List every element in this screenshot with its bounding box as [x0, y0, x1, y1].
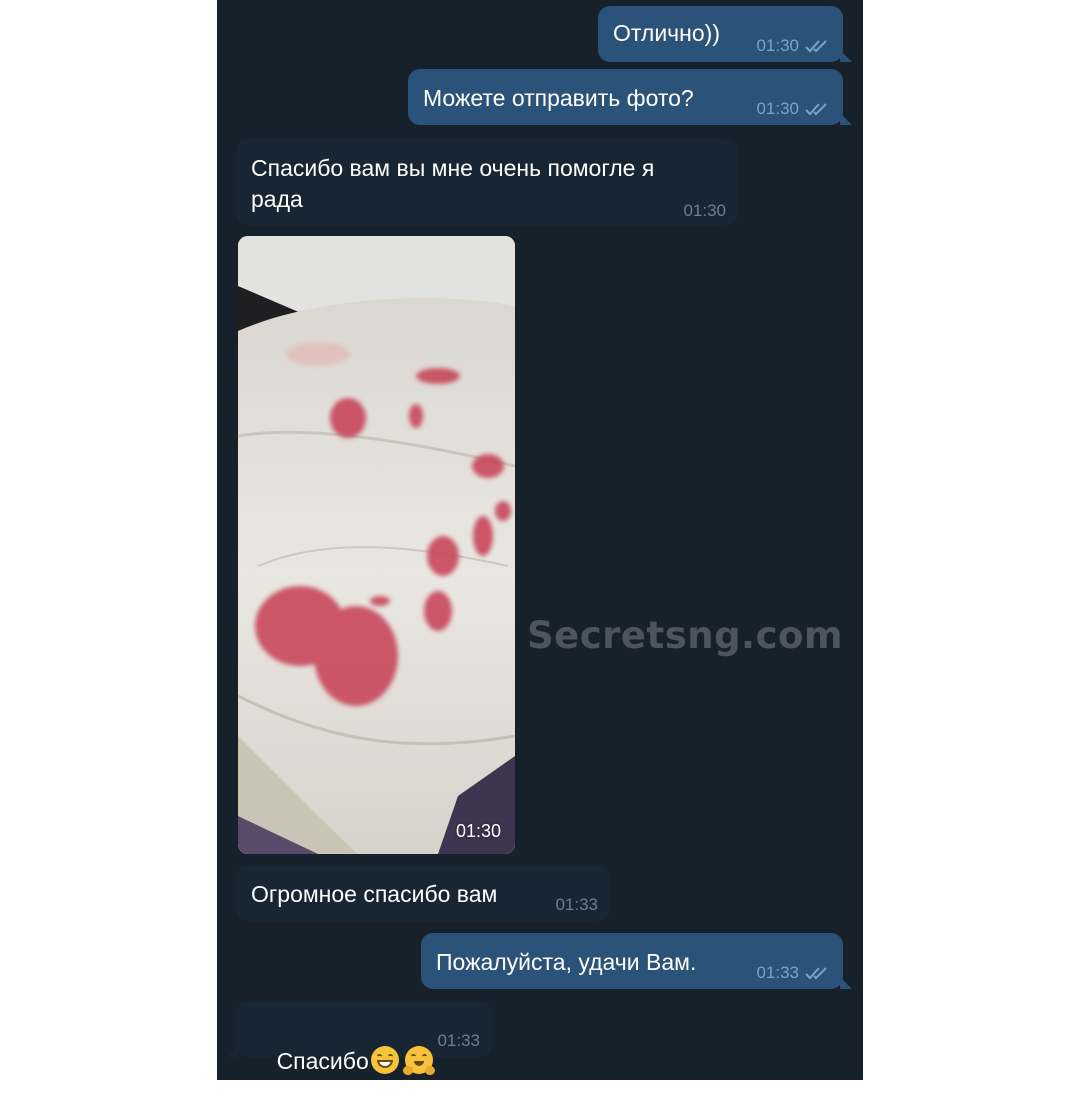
- message-text: Пожалуйста, удачи Вам.: [436, 949, 697, 975]
- message-text: Отлично)): [613, 20, 720, 46]
- photo-image: [238, 236, 515, 854]
- message-meta: 01:30: [756, 99, 831, 119]
- read-double-check-icon: [805, 102, 831, 116]
- message-meta: 01:33: [437, 1031, 480, 1051]
- message-time: 01:33: [756, 963, 799, 982]
- message-text: Спасибо: [251, 1015, 435, 1108]
- read-double-check-icon: [805, 39, 831, 53]
- message-meta: 01:30: [683, 201, 726, 221]
- message-text: Можете отправить фото?: [423, 85, 694, 111]
- message-meta: 01:33: [756, 963, 831, 983]
- message-meta: 01:30: [756, 36, 831, 56]
- hugging-face-icon: [402, 1046, 435, 1075]
- message-text: Огромное спасибо вам: [251, 881, 498, 907]
- message-meta: 01:33: [555, 895, 598, 915]
- photo-time: 01:30: [455, 821, 501, 841]
- message-text-body: Спасибо: [276, 1048, 369, 1074]
- message-bubble-outgoing[interactable]: Пожалуйста, удачи Вам. 01:33: [421, 933, 852, 989]
- message-time: 01:30: [683, 201, 726, 220]
- message-bubble-outgoing[interactable]: Можете отправить фото? 01:30: [408, 69, 852, 125]
- read-double-check-icon: [805, 966, 831, 980]
- message-text: Спасибо вам вы мне очень помогле я рада: [251, 155, 655, 212]
- watermark: Secretsng.com: [527, 614, 844, 657]
- message-bubble-incoming[interactable]: Огромное спасибо вам 01:33: [236, 865, 610, 921]
- message-bubble-outgoing[interactable]: Отлично)) 01:30: [598, 6, 852, 62]
- message-time: 01:30: [756, 36, 799, 55]
- message-time: 01:30: [756, 99, 799, 118]
- grinning-face-icon: [370, 1046, 399, 1074]
- message-bubble-incoming[interactable]: Спасибо 01:33: [227, 1001, 492, 1075]
- photo-message[interactable]: 01:30: [238, 236, 515, 854]
- message-time: 01:33: [555, 895, 598, 914]
- message-bubble-incoming[interactable]: Спасибо вам вы мне очень помогле я рада …: [236, 139, 738, 225]
- message-time: 01:33: [437, 1031, 480, 1050]
